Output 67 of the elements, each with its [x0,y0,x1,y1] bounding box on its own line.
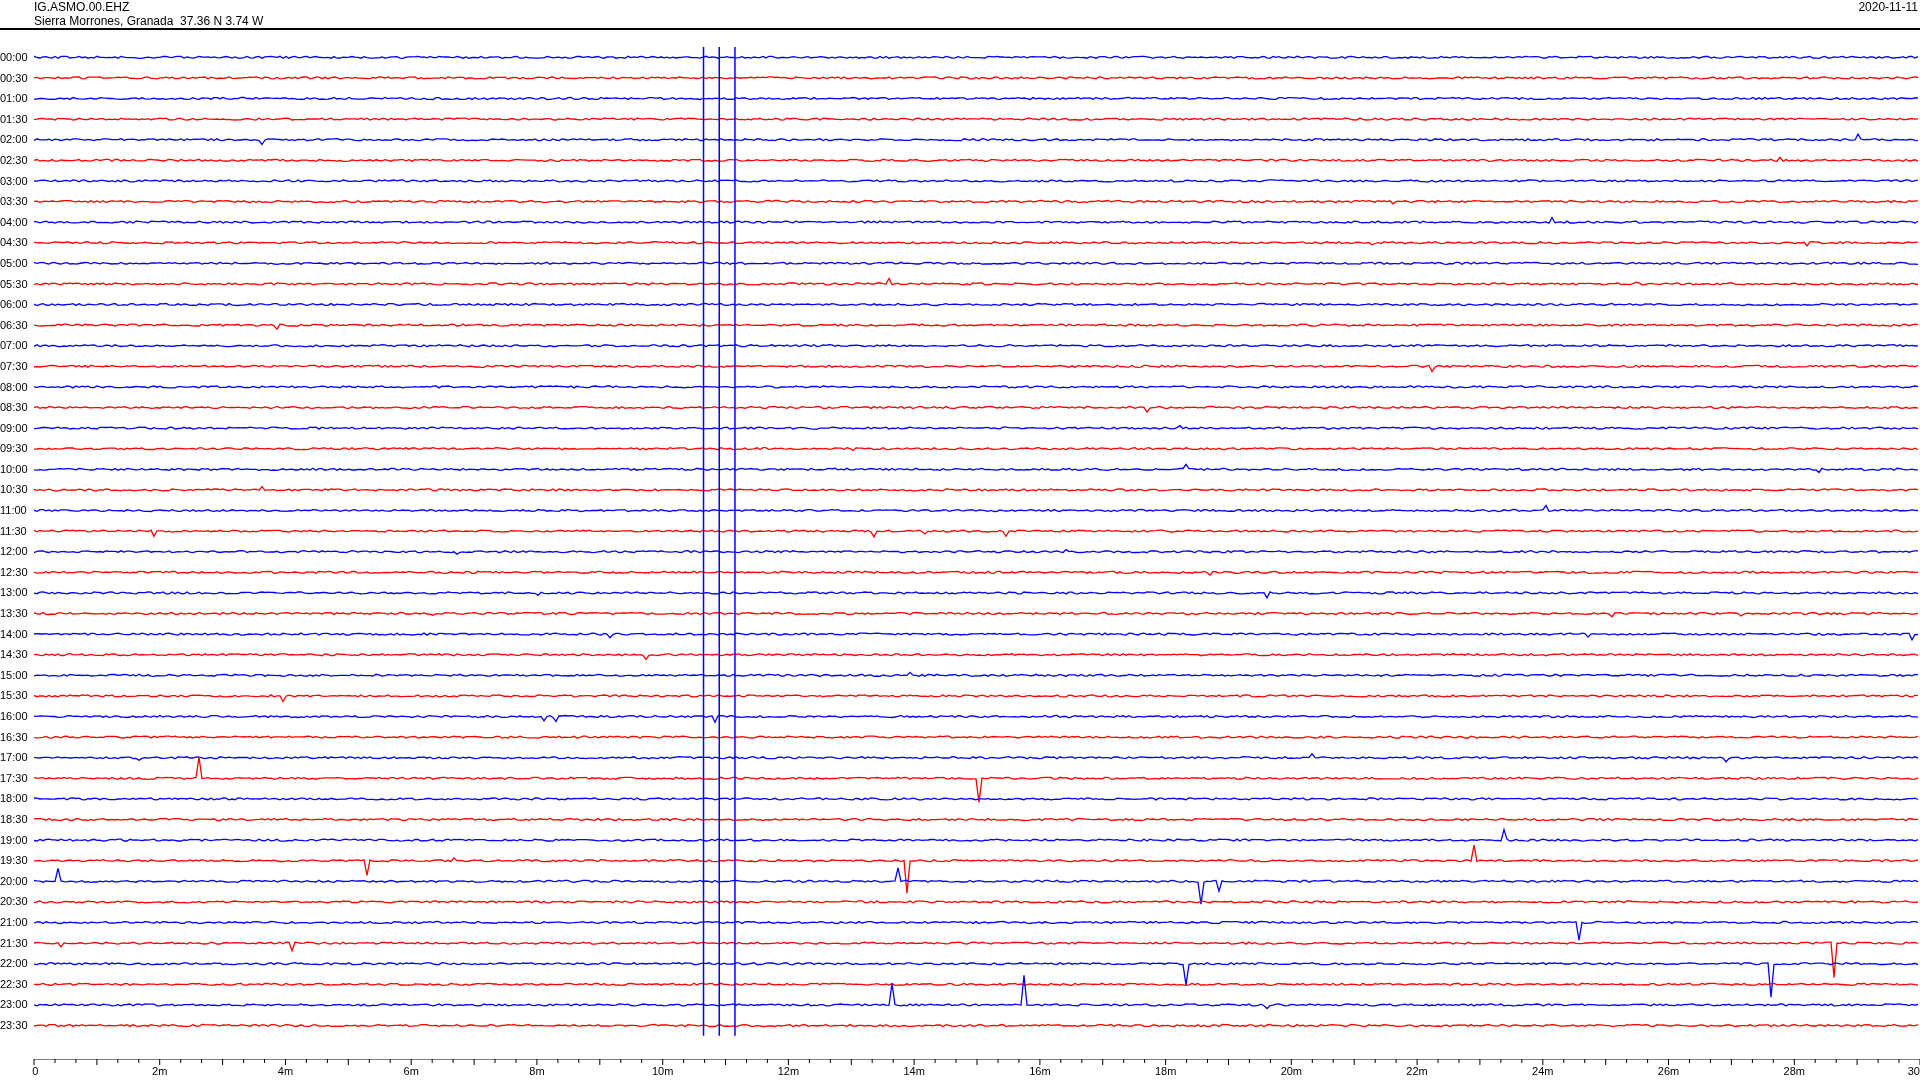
axis-tick-label: 16m [1029,1065,1051,1077]
time-label: 23:30 [0,1017,29,1033]
time-label: 13:30 [0,606,29,622]
time-label: 09:30 [0,441,29,457]
axis-tick-label: 22m [1406,1065,1428,1077]
time-label: 19:00 [0,832,29,848]
time-label: 02:30 [0,152,29,168]
station-location: Sierra Morrones, Granada 37.36 N 3.74 W [34,14,264,28]
time-label: 02:00 [0,132,29,148]
time-label: 10:30 [0,482,29,498]
time-label: 17:30 [0,770,29,786]
axis-tick-label: 10m [651,1065,674,1077]
time-label: 21:30 [0,935,29,951]
time-label: 11:00 [0,503,28,519]
time-label: 04:30 [0,235,29,251]
time-label: 03:00 [0,173,29,189]
axis-tick-label: 30 [1907,1065,1920,1077]
date-label: 2020-11-11 [1858,0,1919,16]
time-label: 22:30 [0,976,29,992]
axis-tick-label: 4m [277,1065,294,1077]
time-label: 07:30 [0,358,29,374]
time-label: 09:00 [0,420,29,436]
time-label: 12:30 [0,564,29,580]
axis-tick-label: 6m [403,1065,419,1077]
time-label: 08:00 [0,379,29,395]
time-label: 12:00 [0,544,29,560]
time-label: 13:00 [0,585,29,601]
time-label: 15:30 [0,688,29,704]
axis-tick-label: 8m [529,1065,545,1077]
time-label: 18:30 [0,811,29,827]
time-label: 03:30 [0,194,29,210]
time-label: 20:00 [0,873,29,889]
time-label: 21:00 [0,914,29,930]
time-label: 22:00 [0,956,29,972]
time-label: 17:00 [0,750,29,766]
time-label: 16:00 [0,709,29,724]
time-label: 08:30 [0,400,29,416]
time-label: 01:30 [0,111,29,127]
time-label: 05:00 [0,255,29,271]
axis-tick-label: 20m [1280,1065,1303,1077]
time-label: 14:00 [0,626,29,642]
time-label: 06:00 [0,297,29,313]
time-label: 11:30 [0,523,28,539]
time-label: 00:30 [0,70,29,86]
axis-tick-label: 2m [152,1065,168,1077]
time-label: 19:30 [0,853,29,869]
axis-tick-label: 12m [777,1065,800,1077]
axis-tick-label: 26m [1657,1065,1680,1077]
axis-tick-label: 0 [32,1065,39,1077]
time-label: 18:00 [0,791,29,807]
axis-tick-label: 14m [903,1065,925,1077]
time-label: 07:00 [0,338,29,354]
time-label: 20:30 [0,894,29,910]
station-code: IG.ASMO.00.EHZ [34,0,131,14]
time-label: 16:30 [0,729,29,745]
time-label: 06:30 [0,317,29,333]
axis-tick-label: 28m [1783,1065,1805,1077]
time-label: 10:00 [0,461,29,477]
axis-tick-label: 24m [1532,1065,1554,1077]
time-label: 14:30 [0,647,29,663]
time-label: 05:30 [0,276,29,292]
time-label: 23:00 [0,997,29,1013]
axis-tick-label: 18m [1154,1065,1177,1077]
time-label: 00:00 [0,50,29,65]
time-label: 01:00 [0,91,29,107]
time-label: 15:00 [0,667,29,683]
time-label: 04:00 [0,214,29,230]
